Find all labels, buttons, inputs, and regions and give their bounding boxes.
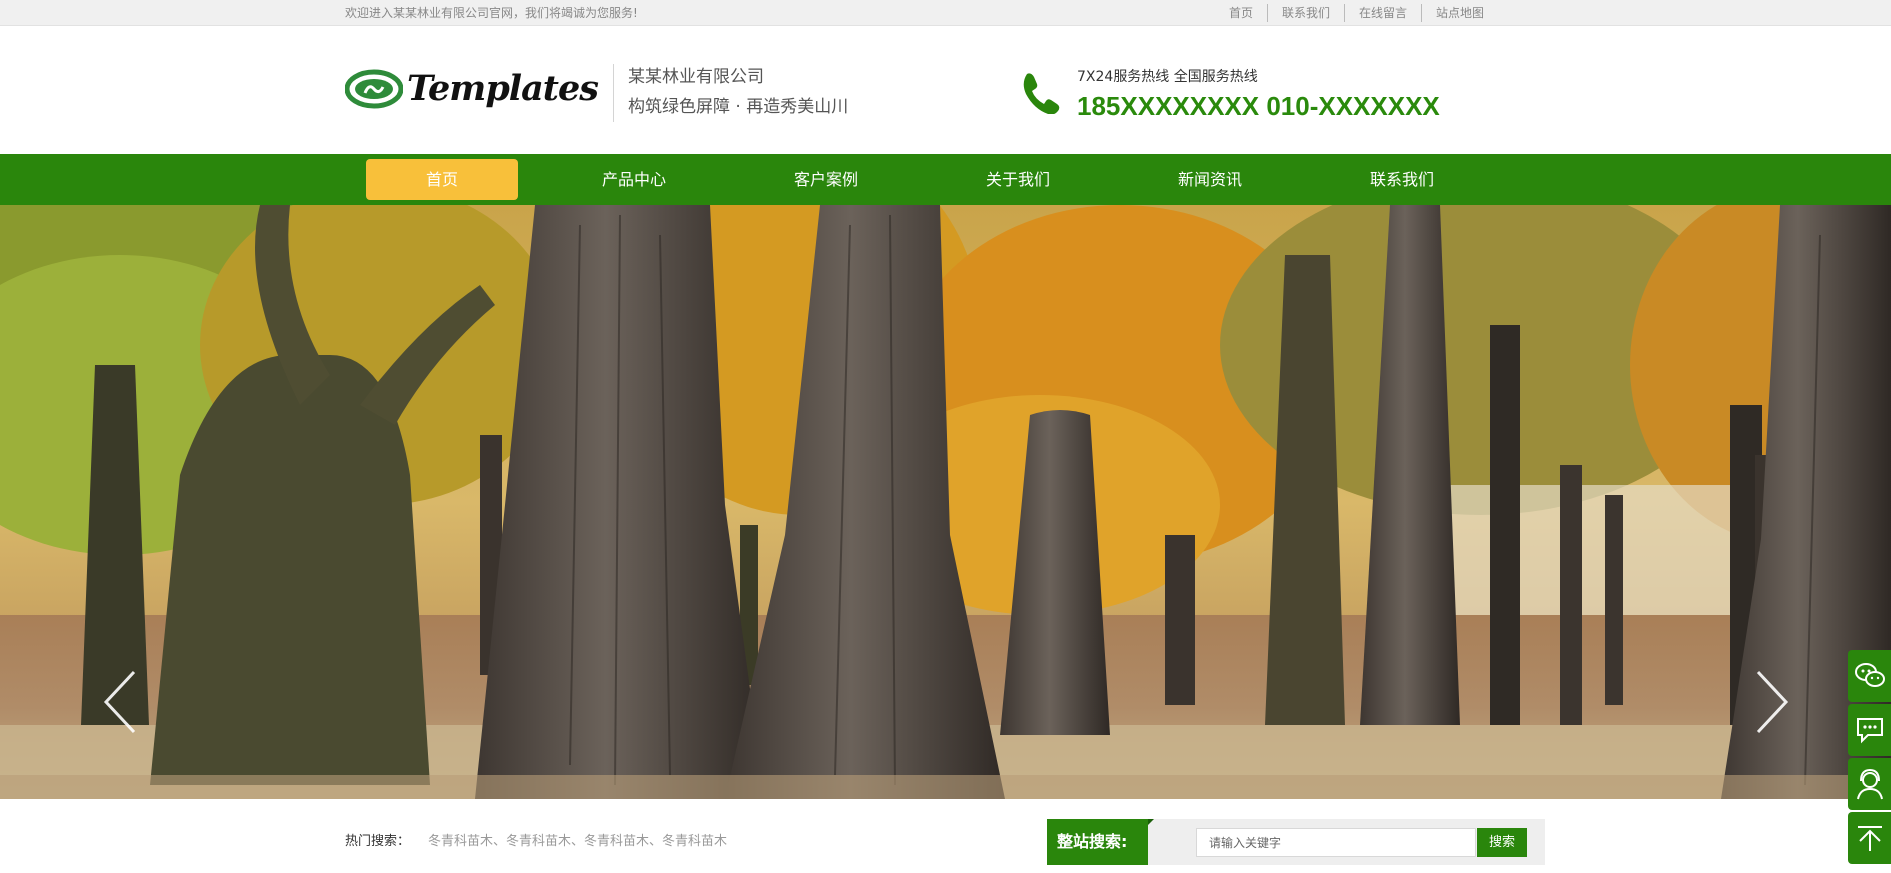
hot-search-keywords[interactable]: 冬青科苗木、冬青科苗木、冬青科苗木、冬青科苗木 (428, 834, 727, 849)
top-link-sitemap[interactable]: 站点地图 (1421, 4, 1498, 22)
header-divider (613, 64, 614, 122)
message-tool[interactable] (1848, 704, 1891, 756)
site-search: 整站搜索: (1047, 819, 1545, 865)
main-nav: 首页 产品中心 客户案例 关于我们 新闻资讯 联系我们 (0, 154, 1891, 205)
site-search-title: 整站搜索: (1047, 819, 1154, 865)
message-icon (1856, 718, 1883, 744)
back-to-top-tool[interactable] (1848, 812, 1891, 864)
search-button[interactable]: 搜索 (1477, 828, 1527, 857)
hotline-number: 185XXXXXXXX 010-XXXXXXX (1077, 91, 1440, 121)
top-links: 首页 联系我们 在线留言 站点地图 (1222, 4, 1498, 22)
customer-service-icon (1856, 768, 1883, 800)
company-info: 某某林业有限公司 构筑绿色屏障 · 再造秀美山川 (628, 62, 848, 122)
hot-search-label: 热门搜索： (345, 834, 411, 849)
back-to-top-icon (1857, 826, 1882, 851)
customer-service-tool[interactable] (1848, 758, 1891, 810)
floating-side-tools (1848, 650, 1891, 866)
phone-icon (1023, 73, 1060, 114)
hot-search: 热门搜索： 冬青科苗木、冬青科苗木、冬青科苗木、冬青科苗木 (345, 832, 727, 852)
prev-arrow-icon[interactable] (100, 667, 144, 737)
search-input[interactable] (1196, 828, 1476, 857)
top-link-message[interactable]: 在线留言 (1344, 4, 1421, 22)
logo-text: Templates (407, 68, 599, 109)
wechat-icon (1854, 663, 1885, 687)
nav-item-home[interactable]: 首页 (366, 159, 518, 200)
hotline-label: 7X24服务热线 全国服务热线 (1077, 69, 1258, 85)
welcome-text: 欢迎进入某某林业有限公司官网，我们将竭诚为您服务! (345, 6, 638, 20)
nav-item-contact[interactable]: 联系我们 (1326, 159, 1478, 200)
top-link-contact[interactable]: 联系我们 (1267, 4, 1344, 22)
company-name: 某某林业有限公司 (628, 67, 764, 87)
nav-item-about[interactable]: 关于我们 (942, 159, 1094, 200)
nav-item-cases[interactable]: 客户案例 (750, 159, 902, 200)
site-logo[interactable]: Templates (345, 66, 599, 116)
next-arrow-icon[interactable] (1748, 667, 1792, 737)
hero-banner[interactable] (0, 205, 1891, 799)
forest-banner-image (0, 205, 1891, 799)
wechat-tool[interactable] (1848, 650, 1891, 702)
top-bar: 欢迎进入某某林业有限公司官网，我们将竭诚为您服务! 首页 联系我们 在线留言 站… (0, 0, 1891, 26)
nav-item-news[interactable]: 新闻资讯 (1134, 159, 1286, 200)
company-slogan: 构筑绿色屏障 · 再造秀美山川 (628, 97, 849, 117)
nav-item-products[interactable]: 产品中心 (558, 159, 710, 200)
site-header: Templates 某某林业有限公司 构筑绿色屏障 · 再造秀美山川 7X24服… (0, 26, 1891, 154)
logo-mark-icon (345, 69, 403, 109)
top-link-home[interactable]: 首页 (1222, 4, 1267, 22)
